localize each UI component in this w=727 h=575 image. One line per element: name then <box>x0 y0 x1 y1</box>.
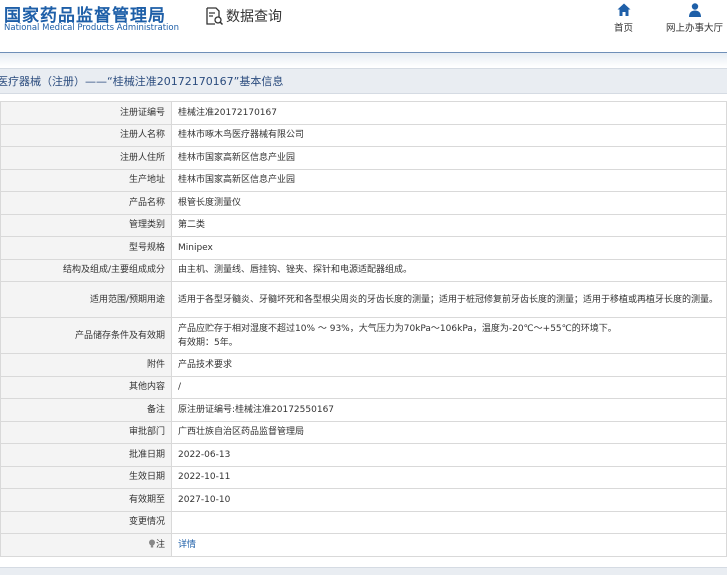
nav-home[interactable]: 首页 <box>614 2 633 34</box>
row-value: 广西壮族自治区药品监督管理局 <box>171 420 727 444</box>
note-label: 注 <box>155 539 165 550</box>
row-label: 生产地址 <box>0 168 172 192</box>
row-label: 附件 <box>0 353 172 377</box>
row-label: 结构及组成/主要组成成分 <box>0 258 172 282</box>
breadcrumb-text: 医疗器械（注册）——“桂械注准20172170167”基本信息 <box>0 75 284 88</box>
row-value: 根管长度测量仪 <box>171 191 727 215</box>
row-value: 2022-06-13 <box>171 443 727 467</box>
row-label: 生效日期 <box>0 465 172 489</box>
table-row: 结构及组成/主要组成成分 由主机、测量线、唇挂钩、锉夹、探针和电源适配器组成。 <box>0 258 727 282</box>
row-value: 由主机、测量线、唇挂钩、锉夹、探针和电源适配器组成。 <box>171 258 727 282</box>
row-value: 2022-10-11 <box>171 465 727 489</box>
row-value: 桂林市啄木鸟医疗器械有限公司 <box>171 123 727 147</box>
row-value: 产品技术要求 <box>171 353 727 377</box>
row-label: 注册人住所 <box>0 146 172 170</box>
table-row: 生效日期 2022-10-11 <box>0 465 727 489</box>
row-label: 产品储存条件及有效期 <box>0 317 172 354</box>
row-label: 备注 <box>0 398 172 422</box>
row-value: 桂械注准20172170167 <box>171 101 727 125</box>
row-label: 注册人名称 <box>0 123 172 147</box>
data-query-label: 数据查询 <box>226 9 282 25</box>
table-row: 其他内容 / <box>0 375 727 399</box>
row-label: 其他内容 <box>0 375 172 399</box>
user-icon <box>688 3 701 17</box>
row-value: 原注册证编号:桂械注准20172550167 <box>171 398 727 422</box>
row-label: 注册证编号 <box>0 101 172 125</box>
table-row: 型号规格 Minipex <box>0 236 727 260</box>
row-label-note: 注 <box>0 533 172 557</box>
logo-title-en[interactable]: National Medical Products Administration <box>4 23 179 33</box>
row-value: Minipex <box>171 236 727 260</box>
row-value: 适用于各型牙髓炎、牙髓坏死和各型根尖周炎的牙齿长度的测量；适用于桩冠修复前牙齿长… <box>171 281 727 318</box>
row-label: 有效期至 <box>0 488 172 512</box>
table-row: 备注 原注册证编号:桂械注准20172550167 <box>0 398 727 422</box>
storage-condition-text: 产品应贮存于相对湿度不超过10% ～ 93%，大气压力为70kPa～106kPa… <box>178 323 617 334</box>
nav-home-label: 首页 <box>614 23 634 34</box>
row-label: 型号规格 <box>0 236 172 260</box>
home-icon <box>617 3 630 16</box>
row-label: 产品名称 <box>0 191 172 215</box>
device-info-table: 注册证编号 桂械注准20172170167 注册人名称 桂林市啄木鸟医疗器械有限公司… <box>0 101 727 557</box>
table-row: 变更情况 <box>0 510 727 534</box>
table-row: 有效期至 2027-10-10 <box>0 488 727 512</box>
data-query-title: 数据查询 <box>204 6 282 26</box>
validity-period-text: 有效期：5年。 <box>178 337 238 348</box>
row-label: 管理类别 <box>0 213 172 237</box>
search-document-icon <box>206 7 224 26</box>
table-row: 产品名称 根管长度测量仪 <box>0 191 727 215</box>
row-label: 变更情况 <box>0 510 172 534</box>
row-value: / <box>171 375 727 399</box>
table-row: 注册人住所 桂林市国家高新区信息产业园 <box>0 146 727 170</box>
row-label: 批准日期 <box>0 443 172 467</box>
header-shadow <box>0 53 727 67</box>
table-row: 批准日期 2022-06-13 <box>0 443 727 467</box>
row-value: 2027-10-10 <box>171 488 727 512</box>
table-row: 适用范围/预期用途 适用于各型牙髓炎、牙髓坏死和各型根尖周炎的牙齿长度的测量；适用… <box>0 281 727 318</box>
table-row: 审批部门 广西壮族自治区药品监督管理局 <box>0 420 727 444</box>
row-value-multiline: 产品应贮存于相对湿度不超过10% ～ 93%，大气压力为70kPa～106kPa… <box>171 317 727 354</box>
breadcrumb: 医疗器械（注册）——“桂械注准20172170167”基本信息 <box>0 68 727 94</box>
row-value: 详情 <box>171 533 727 557</box>
row-value: 第二类 <box>171 213 727 237</box>
nav-online-service-hall-label: 网上办事大厅 <box>666 23 724 34</box>
table-row: 产品储存条件及有效期 产品应贮存于相对湿度不超过10% ～ 93%，大气压力为70… <box>0 317 727 354</box>
table-row: 注册证编号 桂械注准20172170167 <box>0 101 727 125</box>
table-row: 附件 产品技术要求 <box>0 353 727 377</box>
table-row: 注 详情 <box>0 533 727 557</box>
site-header: 国家药品监督管理局 National Medical Products Admi… <box>0 0 727 52</box>
row-value: 桂林市国家高新区信息产业园 <box>171 168 727 192</box>
details-link[interactable]: 详情 <box>178 540 196 550</box>
row-value <box>171 510 727 534</box>
lightbulb-icon <box>148 539 155 548</box>
row-value: 桂林市国家高新区信息产业园 <box>171 146 727 170</box>
nav-online-service-hall[interactable]: 网上办事大厅 <box>666 2 723 34</box>
table-row: 生产地址 桂林市国家高新区信息产业园 <box>0 168 727 192</box>
row-label: 审批部门 <box>0 420 172 444</box>
table-row: 注册人名称 桂林市啄木鸟医疗器械有限公司 <box>0 123 727 147</box>
row-label: 适用范围/预期用途 <box>0 281 172 318</box>
table-row: 管理类别 第二类 <box>0 213 727 237</box>
